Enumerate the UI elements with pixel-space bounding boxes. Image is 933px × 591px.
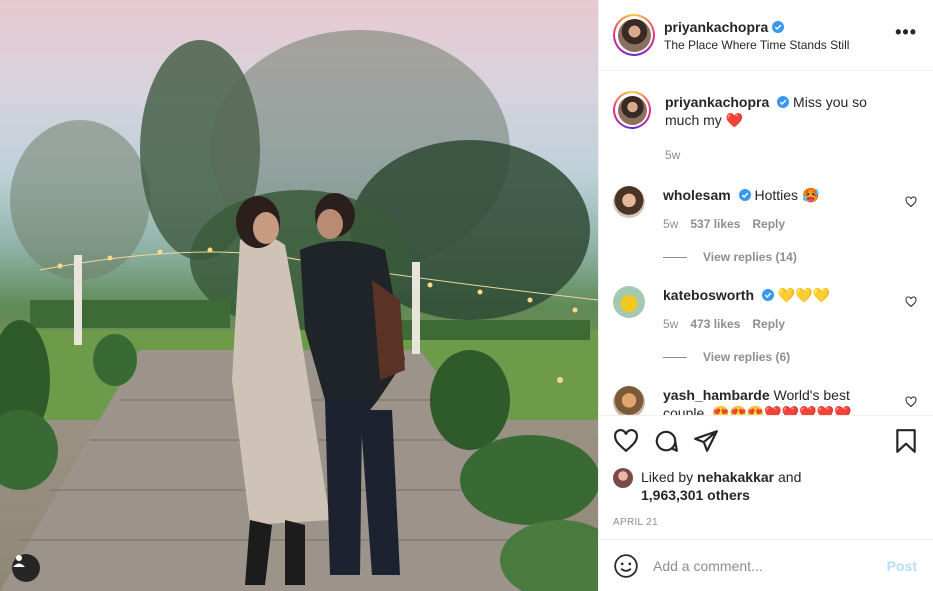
caption: priyankachopra Miss you so much my ❤️ 5w (613, 91, 917, 164)
comment-avatar[interactable] (613, 386, 645, 415)
verified-badge-icon (761, 289, 774, 301)
verified-badge-icon (772, 20, 785, 33)
comment-input[interactable] (653, 557, 887, 574)
tagged-users-button[interactable] (12, 554, 40, 582)
view-replies-label: View replies (6) (703, 350, 791, 364)
post-side-panel: priyankachopra The Place Where Time Stan… (598, 0, 933, 591)
reply-button[interactable]: Reply (752, 215, 785, 233)
verified-badge-icon (738, 189, 751, 201)
reply-button[interactable]: Reply (752, 315, 785, 333)
likes-prefix: Liked by (641, 469, 694, 485)
share-send-icon[interactable] (693, 428, 719, 454)
comment-age[interactable]: 5w (663, 215, 678, 233)
comment-like-icon[interactable] (905, 196, 917, 208)
comment-bubble-icon[interactable] (653, 428, 679, 454)
post-comment-button[interactable]: Post (887, 558, 917, 574)
comment-like-icon[interactable] (905, 396, 917, 408)
comment-author[interactable]: katebosworth (663, 287, 754, 303)
caption-author[interactable]: priyankachopra (665, 94, 769, 110)
likes-summary: Liked by nehakakkar and 1,963,301 others (613, 468, 919, 504)
emoji-icon[interactable] (613, 553, 639, 579)
comment: yash_hambarde World's best couple..😍😍😍❤️… (613, 386, 917, 415)
post-location[interactable]: The Place Where Time Stands Still (664, 38, 849, 52)
comments-list: priyankachopra Miss you so much my ❤️ 5w… (599, 71, 933, 415)
likes-and: and (778, 469, 802, 485)
comment-likes[interactable]: 473 likes (690, 315, 740, 333)
comment-text: Hotties 🥵 (754, 187, 820, 203)
liker-avatar[interactable] (613, 468, 633, 488)
caption-age[interactable]: 5w (665, 146, 680, 164)
comment-author[interactable]: wholesam (663, 187, 731, 203)
comment-author[interactable]: yash_hambarde (663, 387, 770, 403)
verified-badge-icon (777, 96, 790, 108)
caption-avatar[interactable] (613, 91, 651, 129)
comment-avatar[interactable] (613, 186, 645, 218)
view-replies-button[interactable]: View replies (6) (663, 350, 917, 364)
comment: wholesam Hotties 🥵 5w 537 likes Reply (613, 186, 917, 233)
comment-age[interactable]: 5w (663, 315, 678, 333)
liker-username[interactable]: nehakakkar (697, 469, 774, 485)
post-photo[interactable] (0, 0, 598, 591)
comment-like-icon[interactable] (905, 296, 917, 308)
view-replies-label: View replies (14) (703, 250, 797, 264)
post-header: priyankachopra The Place Where Time Stan… (599, 0, 933, 71)
post-actions: Liked by nehakakkar and 1,963,301 others… (599, 415, 933, 528)
comment: katebosworth 💛💛💛 5w 473 likes Reply (613, 286, 917, 333)
post-photo-illustration (0, 30, 598, 591)
author-username[interactable]: priyankachopra (664, 19, 768, 35)
view-replies-button[interactable]: View replies (14) (663, 250, 917, 264)
comment-text: 💛💛💛 (777, 287, 831, 303)
user-icon (13, 555, 25, 567)
comment-likes[interactable]: 537 likes (690, 215, 740, 233)
author-avatar[interactable] (613, 14, 655, 56)
more-options-icon[interactable]: ••• (895, 23, 917, 41)
like-heart-icon[interactable] (613, 428, 639, 454)
likes-count[interactable]: 1,963,301 others (641, 487, 750, 503)
bookmark-save-icon[interactable] (893, 428, 919, 454)
post-date[interactable]: April 21 (613, 517, 919, 528)
comment-avatar[interactable] (613, 286, 645, 318)
add-comment-bar: Post (599, 539, 933, 591)
